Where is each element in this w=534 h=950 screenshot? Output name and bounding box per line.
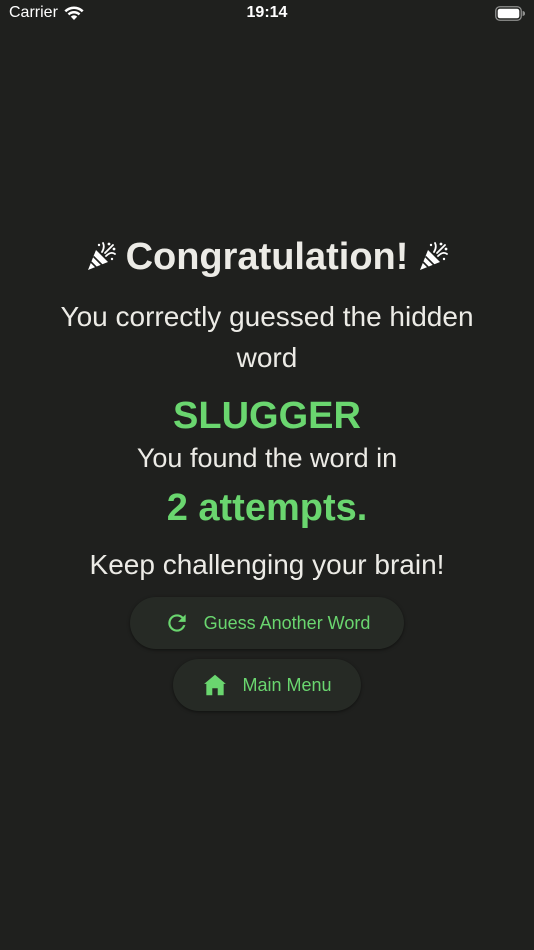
status-time: 19:14 [246,4,288,21]
hidden-word: SLUGGER [173,395,361,437]
attempts-count: 2 attempts. [166,487,368,529]
main-menu-label: Main Menu [242,674,332,695]
home-icon [202,672,228,698]
congratulation-screen: Carrier 19:14 Congratulation! You correc… [0,0,534,950]
guess-another-word-button[interactable]: Guess Another Word [130,597,404,649]
guess-another-word-label: Guess Another Word [203,612,371,633]
refresh-icon [164,610,190,636]
title-row: Congratulation! [0,232,534,282]
status-bar: Carrier 19:14 [0,0,534,30]
page-title: Congratulation! [125,235,409,278]
party-popper-icon [418,242,449,272]
party-popper-icon [86,242,116,272]
battery-icon [495,6,526,21]
main-menu-button[interactable]: Main Menu [173,659,361,711]
result-content: Congratulation! You correctly guessed th… [0,232,534,711]
found-text: You found the word in [136,443,398,473]
encouragement-text: Keep challenging your brain! [89,549,445,580]
result-subtitle: You correctly guessed the hidden word [60,301,474,373]
